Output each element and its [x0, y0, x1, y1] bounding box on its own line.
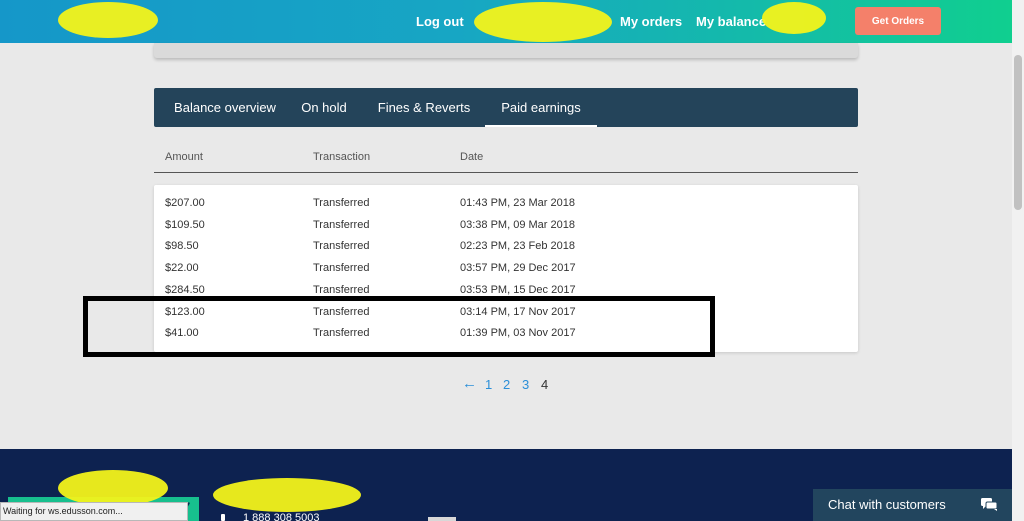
logout-link[interactable]: Log out: [416, 14, 464, 29]
chat-bubbles-icon: [981, 498, 997, 511]
tab-balance-overview[interactable]: Balance overview: [164, 88, 286, 127]
tab-fines-reverts[interactable]: Fines & Reverts: [374, 88, 474, 127]
date-cell: 03:38 PM, 09 Mar 2018: [460, 219, 575, 231]
page-link-3[interactable]: 3: [522, 377, 529, 392]
column-header-amount: Amount: [165, 151, 203, 163]
transaction-cell: Transferred: [313, 262, 370, 274]
redaction-balance-value: [762, 2, 826, 34]
browser-status-bar: Waiting for ws.edusson.com...: [0, 502, 188, 521]
get-orders-button[interactable]: Get Orders: [855, 7, 941, 35]
page-link-1[interactable]: 1: [485, 377, 492, 392]
tab-on-hold[interactable]: On hold: [292, 88, 356, 127]
header-divider: [154, 172, 858, 173]
column-header-date: Date: [460, 151, 484, 163]
chat-widget-label: Chat with customers: [828, 497, 946, 512]
table-row: $207.00 Transferred 01:43 PM, 23 Mar 201…: [154, 192, 858, 214]
column-header-transaction: Transaction: [313, 151, 371, 163]
transaction-cell: Transferred: [313, 197, 370, 209]
table-row: $109.50 Transferred 03:38 PM, 09 Mar 201…: [154, 214, 858, 236]
table-row: $98.50 Transferred 02:23 PM, 23 Feb 2018: [154, 235, 858, 257]
annotation-highlight-box: [83, 296, 715, 357]
transaction-cell: Transferred: [313, 240, 370, 252]
page-scrollbar-thumb[interactable]: [1014, 55, 1022, 210]
my-orders-link[interactable]: My orders: [620, 14, 682, 29]
tab-paid-earnings[interactable]: Paid earnings: [485, 88, 597, 127]
amount-cell: $98.50: [165, 240, 199, 252]
date-cell: 02:23 PM, 23 Feb 2018: [460, 240, 575, 252]
page-link-2[interactable]: 2: [503, 377, 510, 392]
prev-page-arrow-icon[interactable]: ←: [462, 375, 477, 392]
table-row: $22.00 Transferred 03:57 PM, 29 Dec 2017: [154, 257, 858, 279]
my-balance-link[interactable]: My balance: [696, 14, 766, 29]
redaction-footer-left: [58, 470, 168, 506]
transaction-cell: Transferred: [313, 219, 370, 231]
footer-small-tab: [428, 517, 456, 521]
amount-cell: $207.00: [165, 197, 205, 209]
amount-cell: $22.00: [165, 262, 199, 274]
date-cell: 03:57 PM, 29 Dec 2017: [460, 262, 576, 274]
date-cell: 01:43 PM, 23 Mar 2018: [460, 197, 575, 209]
page-current-4: 4: [541, 377, 549, 392]
summary-card-bottom-edge: [154, 43, 858, 58]
redaction-logo: [58, 2, 158, 38]
redaction-footer-center: [213, 478, 361, 512]
chat-with-customers-widget[interactable]: Chat with customers: [813, 489, 1012, 521]
redaction-nav-item: [474, 2, 612, 42]
phone-icon: [221, 514, 225, 521]
amount-cell: $109.50: [165, 219, 205, 231]
footer-phone-number[interactable]: 1 888 308 5003: [243, 512, 319, 521]
balance-tab-bar: Balance overview On hold Fines & Reverts…: [154, 88, 858, 127]
